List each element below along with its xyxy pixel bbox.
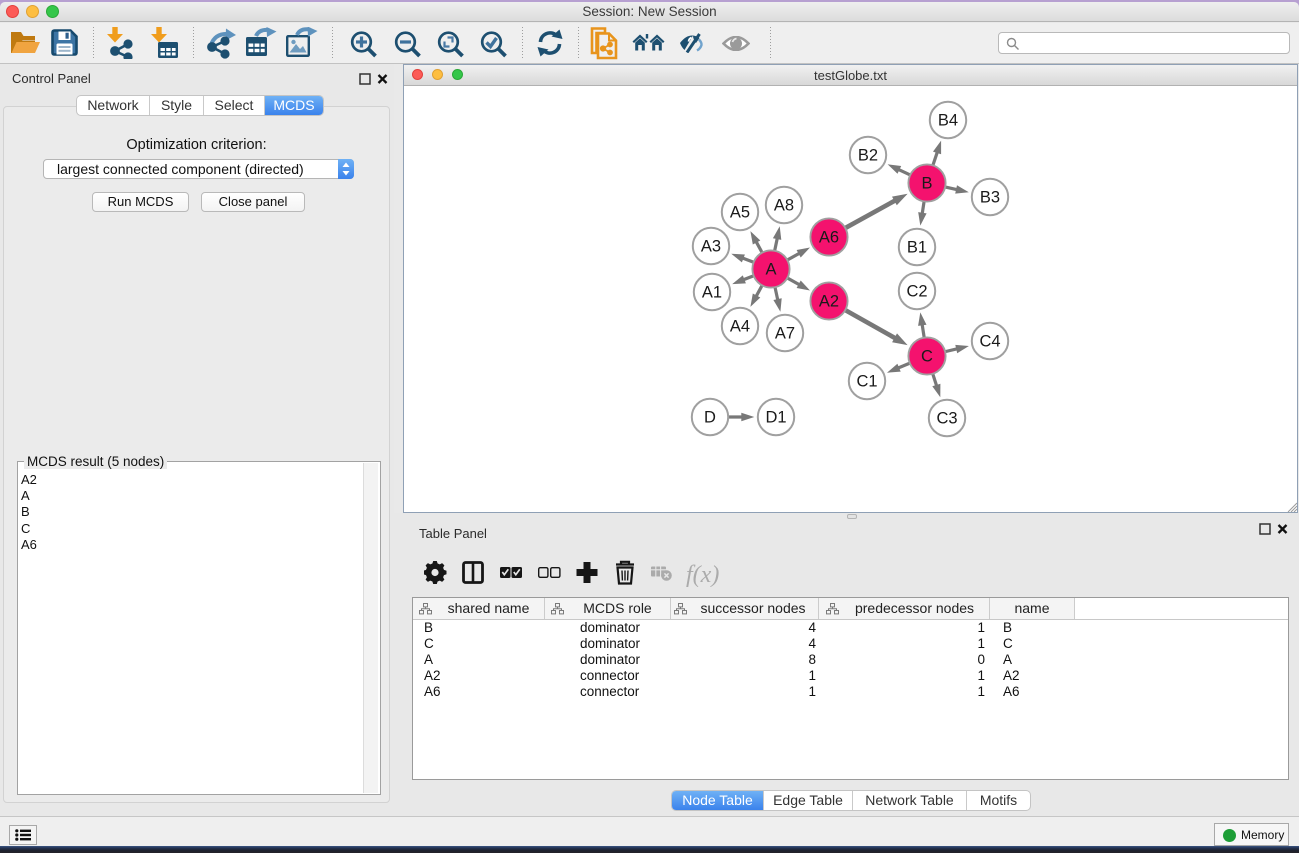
svg-text:A6: A6 — [819, 229, 839, 247]
svg-text:A4: A4 — [730, 318, 750, 336]
svg-text:C2: C2 — [906, 283, 927, 301]
svg-text:B1: B1 — [907, 239, 927, 257]
svg-text:C1: C1 — [856, 373, 877, 391]
svg-text:f(x): f(x) — [686, 562, 719, 587]
svg-text:A7: A7 — [775, 325, 795, 343]
svg-text:A2: A2 — [819, 293, 839, 311]
svg-text:D: D — [704, 409, 716, 427]
svg-text:A1: A1 — [702, 284, 722, 302]
svg-text:A5: A5 — [730, 204, 750, 222]
svg-text:C4: C4 — [979, 333, 1000, 351]
svg-text:A: A — [765, 261, 776, 279]
svg-text:B3: B3 — [980, 189, 1000, 207]
svg-text:A3: A3 — [701, 238, 721, 256]
svg-text:A8: A8 — [774, 197, 794, 215]
svg-text:B2: B2 — [858, 147, 878, 165]
svg-text:B4: B4 — [938, 112, 958, 130]
svg-text:B: B — [921, 175, 932, 193]
svg-text:C3: C3 — [936, 410, 957, 428]
svg-text:D1: D1 — [765, 409, 786, 427]
svg-text:C: C — [921, 348, 933, 366]
